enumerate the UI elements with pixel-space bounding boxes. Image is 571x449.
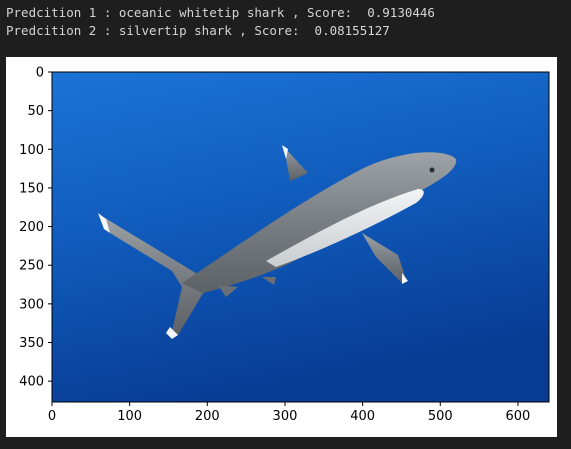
prediction-2-text: Predcition 2 : silvertip shark , Score: … bbox=[6, 23, 390, 38]
x-tick-label: 600 bbox=[506, 409, 531, 424]
y-axis: 0 50 100 150 200 250 300 350 400 bbox=[19, 66, 52, 390]
cell-output: Predcition 1 : oceanic whitetip shark , … bbox=[0, 0, 571, 449]
y-tick-label: 150 bbox=[19, 181, 44, 196]
x-tick-label: 500 bbox=[428, 409, 453, 424]
x-axis: 0 100 200 300 400 500 600 bbox=[48, 402, 530, 424]
prediction-1-text: Predcition 1 : oceanic whitetip shark , … bbox=[6, 5, 435, 20]
y-tick-label: 350 bbox=[19, 336, 44, 351]
x-tick-label: 400 bbox=[350, 409, 375, 424]
y-tick-label: 200 bbox=[19, 220, 44, 235]
shark-image bbox=[52, 72, 549, 402]
x-tick-label: 0 bbox=[48, 409, 56, 424]
y-tick-label: 300 bbox=[19, 297, 44, 312]
y-tick-label: 100 bbox=[19, 143, 44, 158]
y-tick-label: 0 bbox=[36, 66, 44, 81]
y-tick-label: 250 bbox=[19, 259, 44, 274]
x-tick-label: 200 bbox=[195, 409, 220, 424]
x-tick-label: 300 bbox=[273, 409, 298, 424]
x-tick-label: 100 bbox=[117, 409, 142, 424]
y-tick-label: 400 bbox=[19, 375, 44, 390]
matplotlib-figure: 0 100 200 300 400 500 600 0 50 100 150 200 250 300 35… bbox=[6, 57, 557, 437]
plot-canvas: 0 100 200 300 400 500 600 0 50 100 150 200 250 300 35… bbox=[19, 66, 550, 424]
y-tick-label: 50 bbox=[27, 104, 44, 119]
